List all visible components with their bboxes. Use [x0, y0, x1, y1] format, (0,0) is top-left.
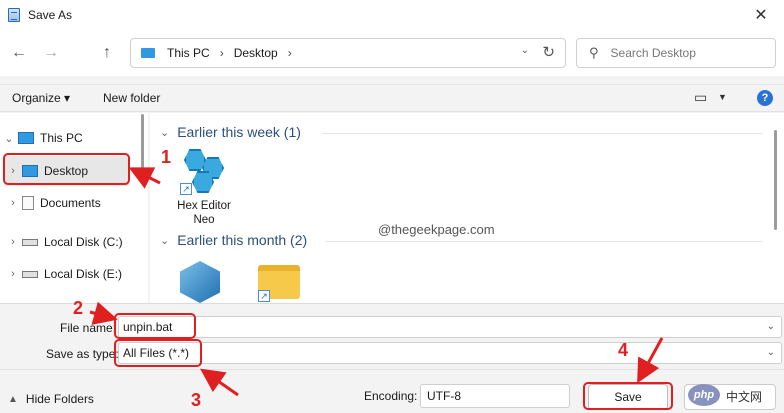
- annotation-4: 4: [618, 340, 629, 360]
- address-row: ← → ↑ This PC › Desktop › ⌄ ↻ ⚲ Search D…: [0, 30, 784, 76]
- file-name-label: File name:: [60, 321, 117, 335]
- sidebar-item-local-disk-e[interactable]: › Local Disk (E:): [4, 259, 152, 289]
- php-site-text: 中文网: [726, 390, 763, 404]
- sidebar-item-this-pc[interactable]: ⌄ This PC: [0, 123, 148, 153]
- window-title: Save As: [28, 8, 73, 22]
- group-header-label: Earlier this month (2): [177, 232, 308, 248]
- search-box[interactable]: ⚲ Search Desktop: [576, 38, 776, 68]
- annotation-1: 1: [161, 147, 172, 167]
- chevron-down-icon[interactable]: ▼: [718, 92, 727, 102]
- highlight-save-type: [114, 339, 202, 367]
- help-icon[interactable]: ?: [757, 90, 773, 106]
- group-header-this-month[interactable]: ⌄ Earlier this month (2): [160, 232, 307, 248]
- forward-arrow-icon[interactable]: →: [40, 42, 62, 64]
- breadcrumb-desktop[interactable]: Desktop: [234, 46, 278, 60]
- close-button[interactable]: ✕: [738, 0, 784, 30]
- chevron-up-icon: ▲: [8, 393, 18, 405]
- cube-icon[interactable]: [180, 261, 220, 303]
- sidebar-item-label: This PC: [40, 131, 83, 145]
- php-logo: php: [688, 384, 720, 406]
- file-name: Hex Editor: [177, 200, 231, 212]
- breadcrumb-this-pc[interactable]: This PC: [167, 46, 210, 60]
- chevron-right-icon[interactable]: ›: [4, 197, 22, 209]
- file-list: ⌄ Earlier this week (1) ↗ Hex Editor Neo…: [150, 113, 784, 303]
- documents-icon: [22, 196, 34, 210]
- file-hex-editor-neo[interactable]: ↗ Hex Editor Neo: [172, 149, 236, 227]
- organize-button[interactable]: Organize ▾: [12, 91, 70, 105]
- sidebar-item-local-disk-c[interactable]: › Local Disk (C:): [4, 227, 152, 257]
- save-type-select[interactable]: All Files (*.*) ⌄: [118, 342, 782, 364]
- file-name: Neo: [193, 214, 215, 226]
- file-name-input[interactable]: unpin.bat ⌄: [118, 316, 782, 338]
- up-arrow-icon[interactable]: ↑: [96, 42, 118, 64]
- content-scrollbar[interactable]: [774, 130, 777, 230]
- group-header-this-week[interactable]: ⌄ Earlier this week (1): [160, 124, 301, 140]
- chevron-down-icon[interactable]: ⌄: [160, 234, 169, 247]
- search-placeholder: Search Desktop: [610, 46, 696, 60]
- annotation-2: 2: [73, 298, 84, 318]
- highlight-save-button: [583, 382, 673, 410]
- highlight-file-name: [114, 313, 196, 339]
- sidebar-item-label: Local Disk (E:): [44, 267, 123, 281]
- disk-icon: [22, 270, 38, 278]
- group-divider: [322, 133, 762, 134]
- save-type-label: Save as type:: [46, 347, 119, 361]
- chevron-down-icon[interactable]: ⌄: [521, 45, 529, 56]
- computer-icon: [141, 48, 155, 58]
- chevron-right-icon[interactable]: ›: [4, 236, 22, 248]
- chevron-down-icon[interactable]: ⌄: [767, 347, 775, 358]
- sidebar-item-label: Documents: [40, 196, 101, 210]
- group-divider: [326, 241, 762, 242]
- watermark: @thegeekpage.com: [378, 222, 495, 237]
- disk-icon: [22, 238, 38, 246]
- new-folder-button[interactable]: New folder: [103, 91, 160, 105]
- refresh-icon[interactable]: ↻: [542, 43, 555, 61]
- sidebar-item-documents[interactable]: › Documents: [4, 188, 152, 218]
- encoding-label: Encoding:: [364, 389, 418, 403]
- address-bar[interactable]: This PC › Desktop › ⌄ ↻: [130, 38, 566, 68]
- highlight-desktop: [3, 153, 130, 185]
- computer-icon: [18, 132, 34, 144]
- chevron-down-icon[interactable]: ⌄: [767, 321, 775, 332]
- chevron-right-icon[interactable]: ›: [4, 268, 22, 280]
- shortcut-arrow-icon: ↗: [180, 183, 192, 195]
- chevron-down-icon[interactable]: ⌄: [160, 126, 169, 139]
- encoding-value: UTF-8: [427, 389, 461, 403]
- shortcut-arrow-icon: ↗: [258, 290, 270, 302]
- group-header-label: Earlier this week (1): [177, 124, 301, 140]
- title-bar: Save As ✕: [0, 0, 784, 30]
- notepad-icon: [8, 8, 20, 22]
- hide-folders-button[interactable]: ▲ Hide Folders: [8, 392, 94, 406]
- hide-folders-label: Hide Folders: [25, 392, 94, 406]
- sidebar-item-label: Local Disk (C:): [44, 235, 123, 249]
- search-icon: ⚲: [589, 45, 599, 60]
- breadcrumb-separator[interactable]: ›: [220, 46, 224, 60]
- hex-editor-icon: ↗: [178, 149, 230, 195]
- breadcrumb-separator[interactable]: ›: [288, 46, 292, 60]
- view-icon[interactable]: ▭: [694, 89, 707, 106]
- annotation-3: 3: [191, 390, 202, 410]
- command-bar: Organize ▾ New folder ▭ ▼ ?: [0, 84, 784, 112]
- chevron-down-icon[interactable]: ⌄: [0, 132, 18, 145]
- back-arrow-icon[interactable]: ←: [8, 42, 30, 64]
- sidebar-scrollbar[interactable]: [141, 114, 144, 174]
- navigation-pane: ⌄ This PC › Desktop › Documents › Local …: [0, 113, 148, 303]
- encoding-select[interactable]: UTF-8: [420, 384, 570, 408]
